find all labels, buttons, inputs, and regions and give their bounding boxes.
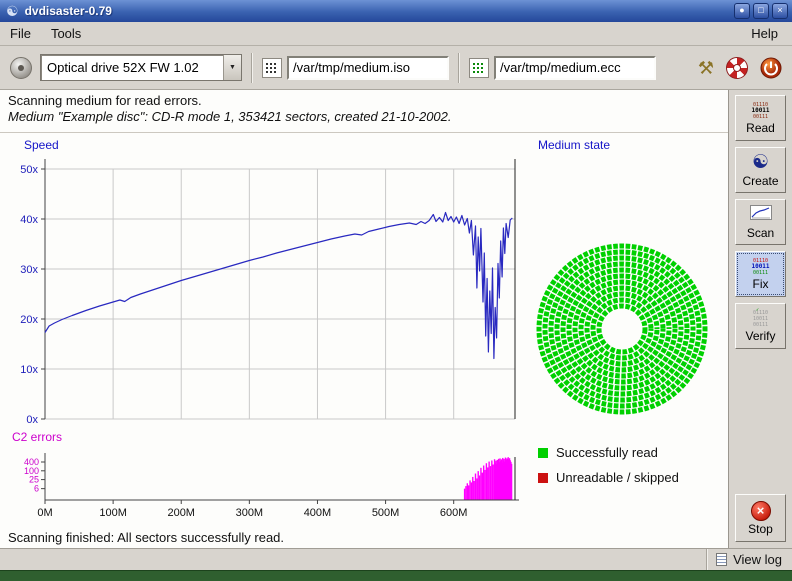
success-swatch	[538, 448, 548, 458]
quit-power-icon[interactable]	[760, 57, 782, 79]
unreadable-swatch	[538, 473, 548, 483]
svg-text:200M: 200M	[167, 507, 195, 519]
read-label: Read	[746, 121, 775, 135]
read-button[interactable]: 01110 10011 00111 Read	[735, 95, 786, 141]
window-frame-strip	[0, 570, 792, 581]
menu-tools[interactable]: Tools	[41, 22, 91, 45]
toolbar-separator	[458, 53, 460, 83]
titlebar[interactable]: ☯ dvdisaster-0.79 ● □ ×	[0, 0, 792, 22]
ecc-file-icon	[469, 58, 489, 78]
preferences-wrench-icon[interactable]: ⚒	[698, 57, 714, 79]
verify-label: Verify	[745, 329, 775, 343]
view-log-label: View log	[733, 552, 782, 567]
status-line-2: Medium "Example disc": CD-R mode 1, 3534…	[8, 109, 452, 124]
stop-label: Stop	[748, 522, 773, 536]
svg-text:40x: 40x	[20, 214, 38, 226]
status-line-1: Scanning medium for read errors.	[8, 93, 202, 108]
svg-text:400M: 400M	[304, 507, 332, 519]
window-title: dvdisaster-0.79	[25, 4, 731, 18]
finish-status: Scanning finished: All sectors successfu…	[8, 530, 284, 545]
fix-label: Fix	[753, 277, 769, 291]
unreadable-label: Unreadable / skipped	[556, 470, 679, 485]
power-glyph	[760, 57, 782, 79]
create-button[interactable]: ☯ Create	[735, 147, 786, 193]
legend-item-success: Successfully read	[538, 440, 679, 465]
verify-button[interactable]: 01110 10011 00111 ✓ Verify	[735, 303, 786, 349]
toolbar: Optical drive 52X FW 1.02 ▼ ⚒	[0, 46, 792, 90]
menu-file[interactable]: File	[0, 22, 41, 45]
legend: Successfully read Unreadable / skipped	[538, 440, 679, 490]
toolbar-right-group: ⚒	[698, 57, 782, 79]
stop-button[interactable]: × Stop	[735, 494, 786, 542]
view-log-button[interactable]: View log	[706, 549, 792, 570]
optical-drive-icon	[10, 57, 32, 79]
iso-file-icon	[262, 58, 282, 78]
toolbar-separator	[251, 53, 253, 83]
svg-text:300M: 300M	[236, 507, 264, 519]
minimize-button[interactable]: ●	[734, 3, 750, 19]
stop-x-icon: ×	[751, 501, 771, 521]
log-icon	[716, 553, 727, 566]
lifebuoy-hole	[733, 64, 741, 72]
drive-select-value: Optical drive 52X FW 1.02	[41, 60, 223, 75]
success-label: Successfully read	[556, 445, 658, 460]
chevron-down-icon[interactable]: ▼	[223, 55, 241, 80]
svg-text:10x: 10x	[20, 364, 38, 376]
svg-text:30x: 30x	[20, 264, 38, 276]
svg-text:0M: 0M	[37, 507, 52, 519]
maximize-button[interactable]: □	[753, 3, 769, 19]
help-lifebuoy-icon[interactable]	[726, 57, 748, 79]
ecc-path-input[interactable]	[494, 56, 656, 80]
svg-text:6: 6	[34, 484, 39, 494]
yin-yang-icon: ☯	[752, 153, 769, 173]
close-button[interactable]: ×	[772, 3, 788, 19]
svg-text:50x: 50x	[20, 164, 38, 176]
check-icon: ✓	[756, 307, 759, 313]
header-separator	[0, 132, 728, 133]
scan-button[interactable]: Scan	[735, 199, 786, 245]
svg-text:600M: 600M	[440, 507, 468, 519]
read-binary-icon: 01110 10011 00111	[751, 102, 769, 120]
legend-item-unreadable: Unreadable / skipped	[538, 465, 679, 490]
fix-button[interactable]: 01110 10011 00111 Fix	[735, 251, 786, 297]
svg-text:100M: 100M	[99, 507, 127, 519]
scan-label: Scan	[747, 226, 774, 240]
app-window: ☯ dvdisaster-0.79 ● □ × File Tools Help …	[0, 0, 792, 581]
scan-chart-icon	[750, 205, 772, 225]
action-sidebar: 01110 10011 00111 Read ☯ Create Scan 011…	[728, 90, 792, 548]
svg-text:500M: 500M	[372, 507, 400, 519]
fix-binary-icon: 01110 10011 00111	[751, 258, 769, 276]
menubar: File Tools Help	[0, 22, 792, 46]
drawing-area: Scanning medium for read errors. Medium …	[0, 90, 728, 548]
create-label: Create	[742, 174, 778, 188]
statusbar: View log	[0, 548, 792, 570]
svg-text:20x: 20x	[20, 314, 38, 326]
menu-help[interactable]: Help	[741, 22, 788, 45]
drive-select[interactable]: Optical drive 52X FW 1.02 ▼	[40, 54, 242, 81]
svg-text:0x: 0x	[26, 414, 38, 426]
app-icon: ☯	[6, 0, 19, 22]
iso-path-input[interactable]	[287, 56, 449, 80]
verify-binary-icon: 01110 10011 00111 ✓	[753, 310, 768, 328]
